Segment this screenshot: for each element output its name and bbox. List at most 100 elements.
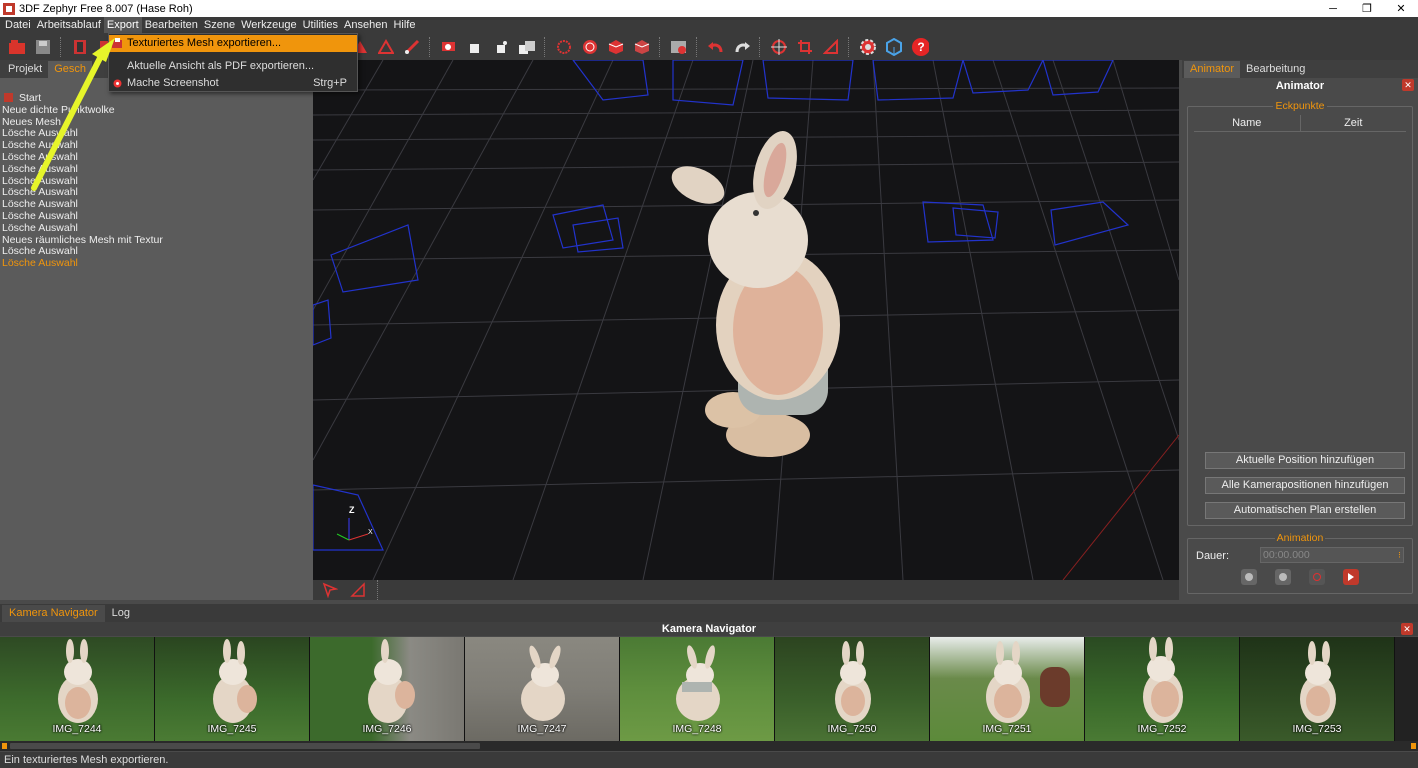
triangle-outline-icon[interactable] xyxy=(377,38,395,56)
menu-ansehen[interactable]: Ansehen xyxy=(341,17,390,33)
camera-tool-icon[interactable] xyxy=(440,38,458,56)
toolbar-separator xyxy=(429,36,432,57)
history-item-selected[interactable]: Lösche Auswahl xyxy=(2,257,311,270)
menu-hilfe[interactable]: Hilfe xyxy=(390,17,418,33)
play-icon[interactable] xyxy=(1241,569,1257,585)
help-icon[interactable]: ? xyxy=(911,37,929,56)
minimize-button[interactable]: ─ xyxy=(1316,0,1350,17)
add-current-position-button[interactable]: Aktuelle Position hinzufügen xyxy=(1205,452,1405,469)
mesh-icon[interactable] xyxy=(607,38,625,56)
thumbnail-label: IMG_7250 xyxy=(827,723,877,735)
toolbar-separator xyxy=(659,36,662,57)
scroll-left-icon[interactable] xyxy=(2,743,7,749)
stop-icon[interactable] xyxy=(1275,569,1291,585)
column-name[interactable]: Name xyxy=(1194,115,1301,131)
duration-label: Dauer: xyxy=(1196,550,1230,562)
restore-button[interactable]: ❐ xyxy=(1350,0,1384,17)
point-cloud-icon[interactable] xyxy=(555,38,573,56)
camera-thumbnail[interactable]: IMG_7253 xyxy=(1240,637,1395,741)
toolbar-separator xyxy=(759,36,762,57)
history-item[interactable]: Lösche Auswahl xyxy=(2,222,311,235)
scene-canvas xyxy=(313,60,1179,580)
tab-projekt[interactable]: Projekt xyxy=(2,61,48,78)
menu-bearbeiten[interactable]: Bearbeiten xyxy=(142,17,201,33)
3d-viewport[interactable]: Z X xyxy=(313,60,1179,580)
tab-bearbeitung[interactable]: Bearbeitung xyxy=(1240,61,1311,78)
redo-icon[interactable] xyxy=(733,38,751,56)
dense-cloud-icon[interactable] xyxy=(581,38,599,56)
settings-gear-icon[interactable] xyxy=(859,38,877,56)
tab-animator[interactable]: Animator xyxy=(1184,61,1241,78)
camera-thumbnail[interactable]: IMG_7246 xyxy=(310,637,465,741)
axis-gizmo xyxy=(336,518,369,541)
add-all-camera-positions-button[interactable]: Alle Kamerapositionen hinzufügen xyxy=(1205,477,1405,494)
axis-x-label: X xyxy=(368,529,373,536)
select-cursor-icon[interactable] xyxy=(321,581,339,599)
select-tool-icon[interactable] xyxy=(466,38,484,56)
tab-log[interactable]: Log xyxy=(105,605,137,622)
close-panel-icon[interactable]: ✕ xyxy=(1402,79,1414,91)
textured-mesh-icon[interactable] xyxy=(633,38,651,56)
undo-icon[interactable] xyxy=(707,38,725,56)
history-item[interactable]: Neue dichte Punktwolke xyxy=(2,104,311,117)
film-icon[interactable] xyxy=(71,38,89,56)
menu-export[interactable]: Export xyxy=(103,17,142,33)
view-cube-icon[interactable] xyxy=(885,37,903,56)
screenshot-menu-icon xyxy=(112,78,123,89)
thumbnail-label: IMG_7252 xyxy=(1137,723,1187,735)
axis-z-label: Z xyxy=(349,505,355,515)
group-label: Animation xyxy=(1274,532,1326,544)
tab-geschichte[interactable]: Gesch xyxy=(48,61,93,78)
crop-icon[interactable] xyxy=(796,38,814,56)
shortcut-label: Strg+P xyxy=(313,77,347,89)
group-tool-icon[interactable] xyxy=(518,38,536,56)
save-icon[interactable] xyxy=(34,38,52,56)
create-automatic-plan-button[interactable]: Automatischen Plan erstellen xyxy=(1205,502,1405,519)
thumbnail-label: IMG_7244 xyxy=(52,723,102,735)
duration-input[interactable]: 00:00.000 ⁝ xyxy=(1260,547,1404,563)
export-dropdown-menu: Texturiertes Mesh exportieren... Aktuell… xyxy=(108,33,358,92)
record-icon[interactable] xyxy=(1309,569,1325,585)
camera-thumbnail[interactable]: IMG_7245 xyxy=(155,637,310,741)
tab-kamera-navigator[interactable]: Kamera Navigator xyxy=(2,605,105,622)
history-item[interactable]: Lösche Auswahl xyxy=(2,163,311,176)
camera-thumbnail[interactable]: IMG_7251 xyxy=(930,637,1085,741)
menu-datei[interactable]: Datei xyxy=(2,17,34,33)
move-tool-icon[interactable] xyxy=(492,38,510,56)
camera-thumbnail[interactable]: IMG_7248 xyxy=(620,637,775,741)
column-time[interactable]: Zeit xyxy=(1301,115,1407,131)
menu-item-export-pdf[interactable]: Aktuelle Ansicht als PDF exportieren... xyxy=(109,58,357,75)
menu-arbeitsablauf[interactable]: Arbeitsablauf xyxy=(34,17,104,33)
camera-navigator-title: Kamera Navigator xyxy=(0,622,1418,636)
close-window-button[interactable]: ✕ xyxy=(1384,0,1418,17)
ruler-icon[interactable] xyxy=(349,581,367,599)
history-item[interactable]: Lösche Auswahl xyxy=(2,210,311,223)
menu-item-label: Aktuelle Ansicht als PDF exportieren... xyxy=(127,60,315,72)
history-item[interactable]: Lösche Auswahl xyxy=(2,151,311,164)
toolbar-separator xyxy=(696,36,699,57)
video-export-icon[interactable] xyxy=(1343,569,1359,585)
camera-thumbnail[interactable]: IMG_7244 xyxy=(0,637,155,741)
close-navigator-icon[interactable]: ✕ xyxy=(1401,623,1413,635)
screenshot-icon[interactable] xyxy=(670,38,688,56)
measure-icon[interactable] xyxy=(822,38,840,56)
viewport-toolbar xyxy=(313,580,1179,600)
camera-thumbnail[interactable]: IMG_7247 xyxy=(465,637,620,741)
thumbnail-scrollbar[interactable] xyxy=(0,741,1418,751)
scroll-right-icon[interactable] xyxy=(1411,743,1416,749)
eckpunkte-group: Eckpunkte Name Zeit Aktuelle Position hi… xyxy=(1187,100,1413,526)
scroll-thumb[interactable] xyxy=(10,743,480,749)
camera-thumbnail[interactable]: IMG_7252 xyxy=(1085,637,1240,741)
menu-item-export-textured-mesh[interactable]: Texturiertes Mesh exportieren... xyxy=(109,35,357,52)
menu-werkzeuge[interactable]: Werkzeuge xyxy=(238,17,299,33)
menu-item-screenshot[interactable]: Mache Screenshot Strg+P xyxy=(109,75,357,92)
camera-thumbnail[interactable]: IMG_7250 xyxy=(775,637,930,741)
history-list: Start Neue dichte Punktwolke Neues Mesh … xyxy=(0,78,313,270)
open-project-icon[interactable] xyxy=(8,38,26,56)
menu-szene[interactable]: Szene xyxy=(201,17,238,33)
spinner-icon[interactable]: ⁝ xyxy=(1398,548,1401,562)
menu-utilities[interactable]: Utilities xyxy=(300,17,341,33)
brush-icon[interactable] xyxy=(403,38,421,56)
thumbnail-label: IMG_7251 xyxy=(982,723,1032,735)
gizmo-icon[interactable] xyxy=(770,38,788,56)
